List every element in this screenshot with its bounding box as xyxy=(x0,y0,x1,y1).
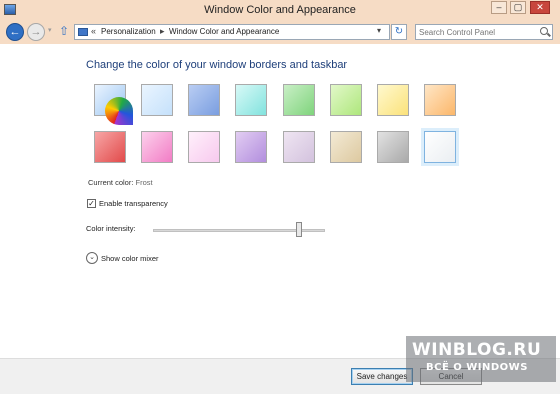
expand-chevron-icon[interactable]: ⌄ xyxy=(86,252,98,264)
color-swatch-sun[interactable] xyxy=(377,84,409,116)
search-box[interactable] xyxy=(415,24,553,40)
address-dropdown-icon[interactable]: ▾ xyxy=(377,26,381,35)
color-swatch-pumpkin[interactable] xyxy=(424,84,456,116)
window-title: Window Color and Appearance xyxy=(204,4,356,16)
intensity-label: Color intensity: xyxy=(86,224,136,233)
color-swatch-ruby[interactable] xyxy=(94,131,126,163)
current-color: Current color: Frost xyxy=(88,178,153,187)
up-arrow-icon[interactable]: ⇧ xyxy=(59,25,71,39)
breadcrumb-personalization[interactable]: Personalization xyxy=(101,27,156,36)
search-input[interactable] xyxy=(419,26,537,38)
refresh-button[interactable]: ↻ xyxy=(391,24,407,40)
breadcrumb-separator[interactable]: ▸ xyxy=(160,26,165,37)
transparency-checkbox[interactable]: ✓ xyxy=(87,199,96,208)
current-color-label: Current color: xyxy=(88,178,134,187)
watermark-title: WINBLOG.RU xyxy=(412,340,542,360)
control-panel-icon xyxy=(78,28,88,36)
breadcrumb-current[interactable]: Window Color and Appearance xyxy=(169,27,279,36)
color-swatch-leaf[interactable] xyxy=(283,84,315,116)
color-swatch-taupe[interactable] xyxy=(330,131,362,163)
show-color-mixer-link[interactable]: Show color mixer xyxy=(101,254,159,263)
intensity-slider-thumb[interactable] xyxy=(296,222,303,237)
color-swatch-chocolate[interactable] xyxy=(377,131,409,163)
main-content: Change the color of your window borders … xyxy=(0,44,560,358)
transparency-label[interactable]: Enable transparency xyxy=(99,199,168,208)
color-swatch-lime[interactable] xyxy=(330,84,362,116)
page-heading: Change the color of your window borders … xyxy=(86,59,348,71)
color-swatch-automatic[interactable] xyxy=(94,84,133,125)
minimize-button[interactable]: – xyxy=(491,1,507,14)
current-color-value: Frost xyxy=(135,178,153,187)
color-swatch-twilight[interactable] xyxy=(188,84,220,116)
maximize-button[interactable]: ▢ xyxy=(510,1,526,14)
breadcrumb-overflow[interactable]: « xyxy=(91,26,96,36)
forward-button[interactable]: → xyxy=(27,23,45,41)
search-icon[interactable] xyxy=(540,27,548,35)
watermark-subtitle: ВСЁ О WINDOWS xyxy=(426,362,528,373)
close-button[interactable]: ✕ xyxy=(530,1,550,14)
color-swatch-blush[interactable] xyxy=(188,131,220,163)
color-swatch-lavender[interactable] xyxy=(283,131,315,163)
watermark: WINBLOG.RU ВСЁ О WINDOWS xyxy=(406,336,556,382)
address-bar[interactable]: « Personalization ▸ Window Color and App… xyxy=(74,24,390,40)
color-swatch-sea-foam[interactable] xyxy=(235,84,267,116)
navigation-bar: ← → ▾ ⇧ « Personalization ▸ Window Color… xyxy=(0,20,560,44)
back-button[interactable]: ← xyxy=(6,23,24,41)
color-swatch-fuchsia[interactable] xyxy=(141,131,173,163)
title-bar: Window Color and Appearance – ▢ ✕ xyxy=(0,0,560,20)
recent-locations-icon[interactable]: ▾ xyxy=(48,25,56,37)
color-swatch-violet[interactable] xyxy=(235,131,267,163)
color-swatch-sky[interactable] xyxy=(141,84,173,116)
color-swatch-frost[interactable] xyxy=(424,131,456,163)
color-fan-icon xyxy=(105,97,133,125)
save-changes-button[interactable]: Save changes xyxy=(351,368,413,385)
